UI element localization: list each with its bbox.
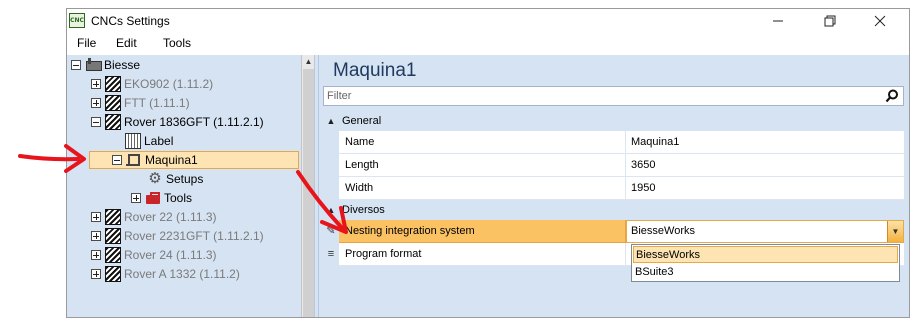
machine-tree: Biesse EKO902 (1.11.2) FTT (1.11.1) Rove… [67,55,301,317]
expand-icon[interactable] [91,212,101,222]
property-value[interactable]: 3650 [626,154,904,177]
tree-node-label: Maquina1 [145,153,198,167]
minimize-icon [773,20,783,22]
machine-striped-icon [105,114,121,130]
tree-node-label: Rover 1836GFT (1.11.2.1) [124,115,264,129]
property-name: Width [339,177,626,200]
label-icon [125,133,141,149]
menu-bar: File Edit Tools [67,34,909,54]
gear-icon: ⚙ [148,170,162,187]
tree-node-label: Rover 22 (1.11.3) [124,210,217,224]
dropdown-option[interactable]: BiesseWorks [633,246,898,263]
row-gutter [323,177,339,200]
property-value[interactable]: Maquina1 [626,131,904,154]
tree-node-biesse[interactable]: Biesse [71,56,140,74]
cnc-app-icon: CNC [69,13,85,28]
property-name: Program format [339,243,626,266]
expand-icon[interactable] [131,193,141,203]
tree-node-label: Tools [164,191,193,205]
panel-title: Maquina1 [333,60,417,81]
collapse-icon[interactable] [91,117,101,127]
row-gutter [323,154,339,177]
minimize-button[interactable] [755,9,801,33]
machine-striped-icon [105,95,121,111]
tree-node-maquina1[interactable]: Maquina1 [89,151,299,169]
close-icon [874,15,886,27]
expand-icon[interactable] [91,98,101,108]
nesting-system-dropdown-list: BiesseWorks BSuite3 [631,244,900,282]
row-gutter: ≡ [323,243,339,266]
machine-striped-icon [105,266,121,282]
machine-striped-icon [105,76,121,92]
dropdown-arrow-icon[interactable]: ▼ [887,221,903,242]
tree-node-label: Rover A 1332 (1.11.2) [124,267,240,281]
row-gutter [323,131,339,154]
combobox-value: BiesseWorks [631,225,695,237]
nesting-system-combobox[interactable]: BiesseWorks ▼ [626,220,904,243]
property-name: Length [339,154,626,177]
category-label: General [342,115,382,127]
property-row-active[interactable]: ✎ Nesting integration system BiesseWorks… [323,220,904,243]
factory-icon [85,57,102,73]
category-diversos[interactable]: ▲ Diversos [323,200,904,220]
collapse-caret-icon[interactable]: ▲ [324,116,338,126]
property-name: Nesting integration system [339,220,626,243]
tree-scrollbar[interactable]: ▲ [301,55,314,317]
expand-icon[interactable] [91,269,101,279]
property-row[interactable]: Length 3650 [323,154,904,177]
window-title: CNCs Settings [91,14,170,28]
machine-striped-icon [105,228,121,244]
search-icon[interactable] [885,89,899,103]
property-value[interactable]: 1950 [626,177,904,200]
tree-node-label: Setups [166,172,204,186]
menu-tools[interactable]: Tools [163,36,191,50]
expand-icon[interactable] [91,250,101,260]
collapse-caret-icon[interactable]: ▲ [324,205,338,215]
collapse-icon[interactable] [112,155,122,165]
filter-box[interactable] [323,86,904,106]
tree-node-label: Rover 24 (1.11.3) [124,248,217,262]
tree-node-machine[interactable]: Rover 2231GFT (1.11.2.1) [91,227,264,245]
expand-icon[interactable] [91,79,101,89]
tree-node-machine[interactable]: Rover 24 (1.11.3) [91,246,217,264]
scrollbar-thumb[interactable] [303,69,314,317]
tree-node-label: Label [144,134,174,148]
tree-node-machine[interactable]: EKO902 (1.11.2) [91,75,213,93]
close-button[interactable] [857,9,903,33]
title-bar[interactable]: CNC CNCs Settings [67,9,909,33]
tree-node-machine[interactable]: FTT (1.11.1) [91,94,190,112]
machine-striped-icon [105,209,121,225]
machine-icon [126,152,142,168]
tree-node-machine[interactable]: Rover 1836GFT (1.11.2.1) [91,113,264,131]
tree-node-label: Rover 2231GFT (1.11.2.1) [124,229,264,243]
expand-icon[interactable] [91,231,101,241]
tree-node-label: FTT (1.11.1) [124,96,190,110]
dropdown-option[interactable]: BSuite3 [633,264,898,281]
category-general[interactable]: ▲ General [323,111,904,131]
restore-icon [824,15,836,27]
menu-edit[interactable]: Edit [116,36,137,50]
tree-node-machine[interactable]: Rover A 1332 (1.11.2) [91,265,240,283]
tree-node-machine[interactable]: Rover 22 (1.11.3) [91,208,217,226]
restore-button[interactable] [807,9,853,33]
property-name: Name [339,131,626,154]
edit-pencil-icon: ✎ [323,220,339,243]
machine-striped-icon [105,247,121,263]
menu-file[interactable]: File [77,36,96,50]
collapse-icon[interactable] [71,60,81,70]
tree-node-label: EKO902 (1.11.2) [124,77,214,91]
scroll-up-arrow-icon[interactable]: ▲ [303,57,314,67]
tree-node-setups[interactable]: ⚙ Setups [147,170,203,188]
category-label: Diversos [342,204,385,216]
tree-node-tools[interactable]: Tools [131,189,192,207]
tree-node-label: Biesse [104,58,141,72]
property-row[interactable]: Width 1950 [323,177,904,200]
toolbox-icon [145,190,161,206]
filter-input[interactable] [324,87,874,105]
property-row[interactable]: Name Maquina1 [323,131,904,154]
tree-node-label-item[interactable]: Label [125,132,173,150]
